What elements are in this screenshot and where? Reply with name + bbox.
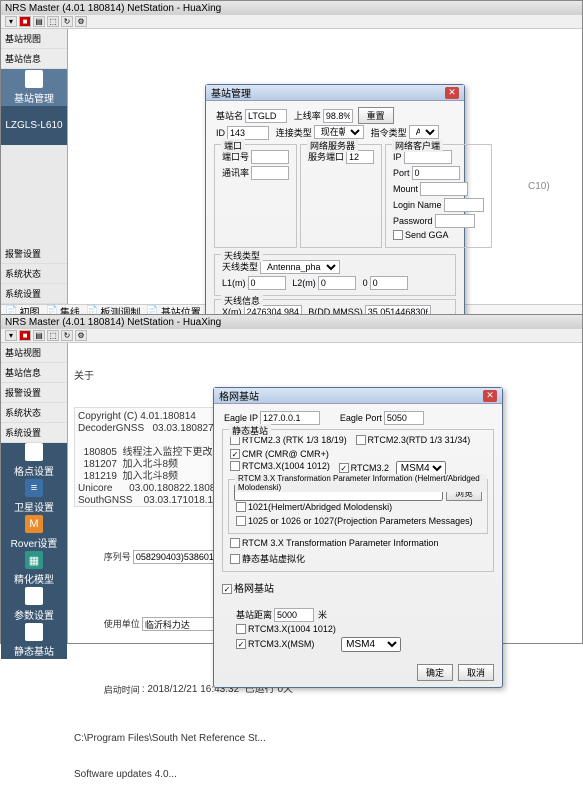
srv-port[interactable] [346, 150, 374, 164]
sat-icon: ≡ [25, 479, 43, 497]
nav-base-info[interactable]: 基站信息 [1, 49, 67, 69]
tb-save-icon[interactable]: ⬚ [47, 16, 59, 27]
name-input[interactable] [245, 109, 287, 123]
tb2-open[interactable]: ▤ [33, 330, 45, 341]
tb-menu[interactable]: ▾ [5, 16, 17, 27]
ip-input[interactable] [404, 150, 452, 164]
nav2-sat[interactable]: ≡卫星设置 [1, 479, 67, 515]
base-icon: ⌂ [25, 70, 43, 88]
nav2-model[interactable]: ▦精化模型 [1, 551, 67, 587]
chk2[interactable] [356, 435, 366, 445]
ok-button-2[interactable]: 确定 [417, 664, 453, 681]
nav-sys-settings[interactable]: 系统设置 [1, 284, 67, 304]
close-icon-2[interactable]: ✕ [483, 390, 497, 402]
baud-input[interactable] [251, 166, 289, 180]
ant-type[interactable]: Antenna_phase [260, 260, 340, 274]
nav-alarm[interactable]: 报警设置 [1, 244, 67, 264]
chk3[interactable] [230, 449, 240, 459]
l1-input[interactable] [248, 276, 286, 290]
param-icon: ◉ [25, 587, 43, 605]
nav2-grid[interactable]: ⚙格点设置 [1, 443, 67, 479]
nav2-view[interactable]: 基站视图 [1, 343, 67, 363]
sw-text: Software updates 4.0... [74, 769, 576, 781]
eagle-port[interactable] [384, 411, 424, 425]
nav2-static[interactable]: ▲静态基站 [1, 623, 67, 659]
tb2-refresh[interactable]: ↻ [61, 330, 73, 341]
canvas-2: 关于 Copyright (C) 4.01.180814 DecoderGNSS… [68, 343, 582, 643]
tb-red-icon[interactable]: ■ [19, 16, 31, 27]
nav2-settings[interactable]: 系统设置 [1, 423, 67, 443]
login-input[interactable] [444, 198, 484, 212]
chk10[interactable] [236, 624, 246, 634]
left-nav: 基站视图 基站信息 ⌂基站管理 LZGLS-L610 报警设置 系统状态 系统设… [1, 29, 68, 304]
gear-icon: ⚙ [25, 443, 43, 461]
l2-input[interactable] [318, 276, 356, 290]
close-icon[interactable]: ✕ [445, 87, 459, 99]
dist-input[interactable] [274, 608, 314, 622]
chk4[interactable] [230, 461, 240, 471]
chk6[interactable] [236, 502, 246, 512]
cancel-button[interactable]: 取消 [458, 664, 494, 681]
grid-enable[interactable] [222, 584, 232, 594]
nav-lzgls[interactable]: LZGLS-L610 [1, 107, 67, 145]
id-input[interactable] [227, 126, 269, 140]
about-header: 关于 [74, 371, 576, 383]
rover-icon: М [25, 515, 43, 533]
chk9[interactable] [230, 554, 240, 564]
mount-input[interactable] [420, 182, 468, 196]
nav-base-view[interactable]: 基站视图 [1, 29, 67, 49]
tb-refresh-icon[interactable]: ↻ [61, 16, 73, 27]
grid-dialog: 格网基站✕ Eagle IP Eagle Port 静态基站 RTCM2.3 (… [213, 387, 503, 688]
pwd-input[interactable] [435, 214, 475, 228]
sendgga-check[interactable] [393, 230, 403, 240]
nav2-status[interactable]: 系统状态 [1, 403, 67, 423]
dlg2-title[interactable]: 格网基站✕ [214, 388, 502, 404]
online-input[interactable] [323, 109, 353, 123]
nav2-param[interactable]: ◉参数设置 [1, 587, 67, 623]
reset-button[interactable]: 重置 [358, 107, 394, 124]
app1-toolbar: ▾ ■ ▤ ⬚ ↻ ⚙ [1, 15, 582, 29]
h0-input[interactable] [370, 276, 408, 290]
cmd-type[interactable]: Auto [409, 125, 439, 139]
dlg1-title[interactable]: 基站管理✕ [206, 85, 464, 101]
chk7[interactable] [236, 516, 246, 526]
nav2-alarm[interactable]: 报警设置 [1, 383, 67, 403]
tb2-menu[interactable]: ▾ [5, 330, 17, 341]
bg-text: C10) [528, 181, 550, 192]
nav-sys-status[interactable]: 系统状态 [1, 264, 67, 284]
tb-open-icon[interactable]: ▤ [33, 16, 45, 27]
app1-titlebar: NRS Master (4.01 180814) NetStation - Hu… [1, 1, 582, 15]
app2-titlebar: NRS Master (4.01 180814) NetStation - Hu… [1, 315, 582, 329]
sel2[interactable]: MSM4 [341, 637, 401, 652]
nav-base-mgmt[interactable]: ⌂基站管理 [1, 69, 67, 107]
model-icon: ▦ [25, 551, 43, 569]
tb2-gear[interactable]: ⚙ [75, 330, 87, 341]
canvas: C10) 基站管理✕ 基站名 上线率 重置 ID 连接类型现在朝窗口 指令类型A… [68, 29, 582, 304]
tb2-save[interactable]: ⬚ [47, 330, 59, 341]
cport-input[interactable] [412, 166, 460, 180]
left-nav-2: 基站视图 基站信息 报警设置 系统状态 系统设置 ⚙格点设置 ≡卫星设置 МRo… [1, 343, 68, 643]
chk8[interactable] [230, 538, 240, 548]
static-icon: ▲ [25, 623, 43, 641]
nav2-info[interactable]: 基站信息 [1, 363, 67, 383]
eagle-ip[interactable] [260, 411, 320, 425]
conn-type[interactable]: 现在朝窗口 [314, 125, 364, 139]
path-text: C:\Program Files\South Net Reference St.… [74, 733, 576, 745]
tb-gear-icon[interactable]: ⚙ [75, 16, 87, 27]
tb2-red-icon[interactable]: ■ [19, 330, 31, 341]
app2-toolbar: ▾ ■ ▤ ⬚ ↻ ⚙ [1, 329, 582, 343]
chk5[interactable] [339, 463, 349, 473]
nav2-rover[interactable]: МRover设置 [1, 515, 67, 551]
port-input[interactable] [251, 150, 289, 164]
